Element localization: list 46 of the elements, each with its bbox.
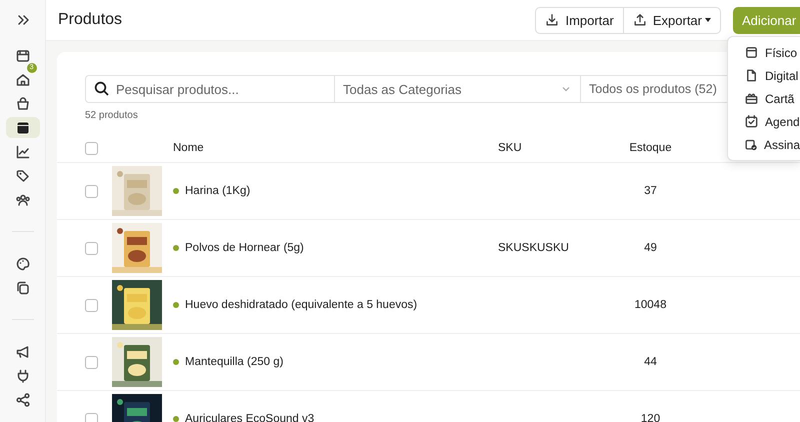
- row-checkbox[interactable]: [85, 298, 98, 312]
- copy-icon: [14, 280, 30, 296]
- calendar-badge-icon: [744, 137, 758, 152]
- product-count: 52 produtos: [85, 110, 138, 123]
- gift-icon: [744, 91, 759, 106]
- calendar-check-icon: [744, 114, 759, 129]
- column-header: Nome: [173, 142, 205, 154]
- share-icon: [14, 392, 30, 408]
- stock-cell: 120: [640, 413, 660, 422]
- palette-icon: [14, 256, 30, 272]
- box-icon: [14, 120, 30, 136]
- stock-cell: 10048: [634, 299, 666, 311]
- product-name[interactable]: Huevo deshidratado (equivalente a 5 huevos): [185, 299, 418, 311]
- page-title: Produtos: [58, 11, 122, 29]
- menu-item[interactable]: Digital: [728, 64, 800, 87]
- menu-item[interactable]: Assina: [728, 133, 800, 156]
- column-header: SKU: [498, 142, 523, 154]
- menu-item[interactable]: Agend: [728, 110, 800, 133]
- select-all-checkbox[interactable]: [85, 142, 98, 154]
- box-icon: [744, 45, 759, 60]
- store-icon: [14, 48, 30, 64]
- stock-cell: 44: [644, 356, 657, 368]
- product-name[interactable]: Harina (1Kg): [185, 185, 250, 197]
- nav-item[interactable]: [6, 117, 40, 138]
- row-checkbox[interactable]: [85, 356, 98, 368]
- row-checkbox[interactable]: [85, 184, 98, 198]
- row-checkbox[interactable]: [85, 242, 98, 254]
- megaphone-icon: [14, 344, 30, 360]
- stock-cell: 49: [644, 242, 657, 254]
- home-icon: [14, 72, 30, 88]
- shopping-bag-icon: [14, 96, 30, 112]
- download-icon: [545, 13, 560, 27]
- stock-cell: 37: [644, 185, 657, 197]
- tag-icon: [14, 168, 30, 184]
- upload-icon: [632, 13, 647, 27]
- column-header: Estoque: [628, 142, 673, 154]
- sku-cell: SKUSKUSKU: [498, 242, 569, 254]
- menu-item[interactable]: Físico: [728, 41, 800, 64]
- menu-item[interactable]: Cartã: [728, 87, 800, 110]
- document-icon: [744, 68, 759, 83]
- line-chart-icon: [14, 144, 30, 160]
- caret-icon: [705, 18, 711, 22]
- product-name[interactable]: Polvos de Hornear (5g): [185, 242, 304, 254]
- product-name[interactable]: Mantequilla (250 g): [185, 356, 284, 368]
- product-name[interactable]: Auriculares EcoSound v3: [185, 413, 314, 422]
- row-checkbox[interactable]: [85, 412, 98, 422]
